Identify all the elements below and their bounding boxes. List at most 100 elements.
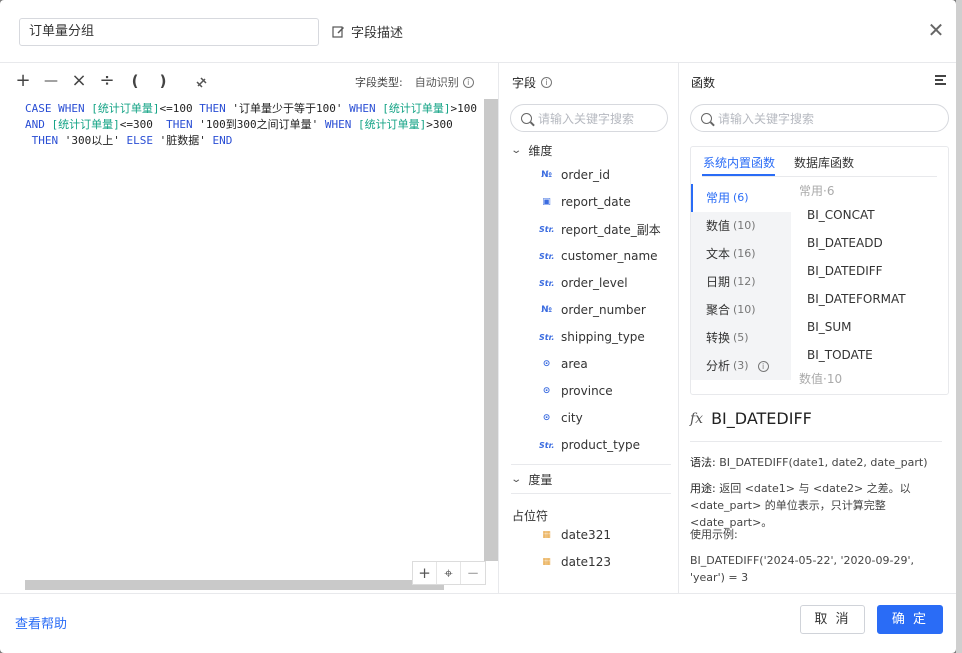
function-example-label: 使用示例: [690, 528, 738, 541]
placeholder-item-date321[interactable]: ▦ date321 [539, 526, 611, 544]
help-link[interactable]: 查看帮助 [15, 613, 67, 632]
field-item-order-number[interactable]: № order_number [539, 301, 646, 319]
fields-search-input[interactable]: 请输入关键字搜索 [510, 104, 668, 132]
category-count: (10) [733, 303, 756, 316]
function-item[interactable]: BI_TODATE [799, 341, 944, 369]
category-count: (5) [733, 331, 749, 344]
field-item-order-id[interactable]: № order_id [539, 166, 610, 184]
function-item[interactable]: BI_CONCAT [799, 201, 944, 229]
open-paren-button[interactable]: ( [124, 69, 146, 93]
function-category-item[interactable]: 文本 (16) [691, 240, 791, 268]
locate-icon[interactable]: ⌖ [437, 562, 461, 584]
string-type-icon: Str. [539, 278, 555, 288]
syntax-label: 语法: [690, 456, 716, 469]
field-item-label: order_level [561, 276, 628, 290]
category-label: 聚合 [706, 303, 731, 317]
field-item-label: province [561, 384, 613, 398]
backdrop [956, 0, 962, 653]
function-category-item[interactable]: 转换 (5) [691, 324, 791, 352]
fx-icon: fx [690, 410, 704, 427]
code-token: <=100 [159, 102, 200, 115]
placeholder-group-header: 占位符 [512, 507, 548, 524]
field-item-report-date[interactable]: ▣ report_date [539, 193, 630, 211]
field-description-button[interactable]: 字段描述 [332, 22, 403, 41]
confirm-button[interactable]: 确 定 [877, 605, 943, 634]
edit-icon [332, 26, 344, 38]
format-brush-icon[interactable] [195, 74, 210, 89]
formula-code-area[interactable]: CASE WHEN [统计订单量]<=100 THEN '订单量少于等于100'… [0, 99, 484, 580]
category-label: 转换 [706, 331, 731, 345]
functions-panel-title: 函数 [691, 74, 715, 91]
code-line: AND [统计订单量]<=300 THEN '100到300之间订单量' WHE… [25, 117, 484, 133]
field-item-report-date-副本[interactable]: Str. report_date_副本 [539, 220, 661, 238]
info-icon[interactable]: i [757, 360, 769, 372]
functions-search-input[interactable]: 请输入关键字搜索 [690, 104, 949, 132]
code-token: END [212, 134, 233, 147]
code-token: THEN [166, 118, 200, 131]
info-icon[interactable]: i [541, 77, 553, 88]
multiply-operator-button[interactable]: × [68, 69, 90, 93]
fields-panel-title: 字段 i [512, 74, 553, 91]
function-category-item[interactable]: 日期 (12) [691, 268, 791, 296]
divide-operator-button[interactable]: ÷ [96, 69, 118, 93]
function-example: BI_DATEDIFF('2024-05-22', '2020-09-29', … [690, 554, 915, 584]
plus-operator-button[interactable]: + [12, 69, 34, 93]
zoom-out-icon[interactable]: − [461, 562, 485, 584]
field-item-customer-name[interactable]: Str. customer_name [539, 247, 658, 265]
dimension-group-header[interactable]: ⌄ 维度 [510, 142, 552, 159]
function-group-header: 常用·6 [799, 184, 835, 198]
geo-type-icon: ⊙ [542, 359, 551, 369]
geo-type-icon: ⊙ [542, 386, 551, 396]
field-item-label: product_type [561, 438, 640, 452]
code-token: >300 [426, 118, 453, 131]
close-icon[interactable]: ✕ [926, 20, 946, 40]
function-item[interactable]: BI_DATEDIFF [799, 257, 944, 285]
code-token: <=300 [119, 118, 167, 131]
number-type-icon: № [541, 305, 552, 315]
fields-panel: 字段 i 请输入关键字搜索 ⌄ 维度 № order_id ▣ report_date… [498, 62, 678, 593]
measure-group-header[interactable]: ⌄ 度量 [510, 471, 552, 488]
functions-search-placeholder: 请输入关键字搜索 [718, 111, 815, 126]
field-item-area[interactable]: ⊙ area [539, 355, 588, 373]
function-category-item[interactable]: 分析 (3) i [691, 352, 791, 380]
function-syntax: 语法: BI_DATEDIFF(date1, date2, date_part) [690, 454, 947, 471]
field-item-label: area [561, 357, 588, 371]
close-paren-button[interactable]: ) [152, 69, 174, 93]
field-type-selector[interactable]: 字段类型: 自动识别 i [355, 74, 474, 90]
field-item-product-type[interactable]: Str. product_type [539, 436, 640, 454]
list-menu-icon[interactable] [935, 75, 946, 87]
cancel-button[interactable]: 取 消 [800, 605, 865, 634]
vertical-scrollbar[interactable] [484, 99, 498, 561]
string-type-icon: Str. [539, 224, 555, 234]
calendar-icon: ▦ [542, 557, 551, 567]
functions-panel: 函数 请输入关键字搜索 系统内置函数 数据库函数 常用 (6) 数值 (10) 文本 (1… [678, 62, 956, 593]
divider [511, 493, 671, 494]
field-item-shipping-type[interactable]: Str. shipping_type [539, 328, 645, 346]
function-category-item[interactable]: 常用 (6) [691, 184, 791, 212]
string-type-icon: Str. [539, 440, 555, 450]
field-name-input[interactable]: 订单量分组 [19, 18, 319, 46]
function-item[interactable]: BI_DATEADD [799, 229, 944, 257]
tab-database-functions[interactable]: 数据库函数 [794, 154, 854, 171]
function-category-item[interactable]: 数值 (10) [691, 212, 791, 240]
code-token: [统计订单量] [91, 102, 160, 115]
usage-label: 用途: [690, 482, 716, 495]
function-item[interactable]: BI_SUM [799, 313, 944, 341]
placeholder-label: 占位符 [512, 509, 549, 523]
horizontal-scrollbar[interactable] [25, 580, 444, 590]
field-item-province[interactable]: ⊙ province [539, 382, 613, 400]
minus-operator-button[interactable]: — [40, 69, 62, 93]
zoom-in-icon[interactable]: + [413, 562, 437, 584]
code-token: >100 [450, 102, 477, 115]
code-token: '订单量少于等于100' [232, 102, 350, 115]
field-item-order-level[interactable]: Str. order_level [539, 274, 628, 292]
field-item-city[interactable]: ⊙ city [539, 409, 583, 427]
info-icon[interactable]: i [462, 76, 474, 88]
placeholder-item-date123[interactable]: ▦ date123 [539, 553, 611, 571]
code-token: '100到300之间订单量' [199, 118, 325, 131]
divider [690, 441, 942, 442]
tab-builtin-functions[interactable]: 系统内置函数 [703, 154, 775, 171]
function-category-item[interactable]: 聚合 (10) [691, 296, 791, 324]
function-item[interactable]: BI_DATEFORMAT [799, 285, 944, 313]
field-type-label: 字段类型: [355, 76, 403, 89]
